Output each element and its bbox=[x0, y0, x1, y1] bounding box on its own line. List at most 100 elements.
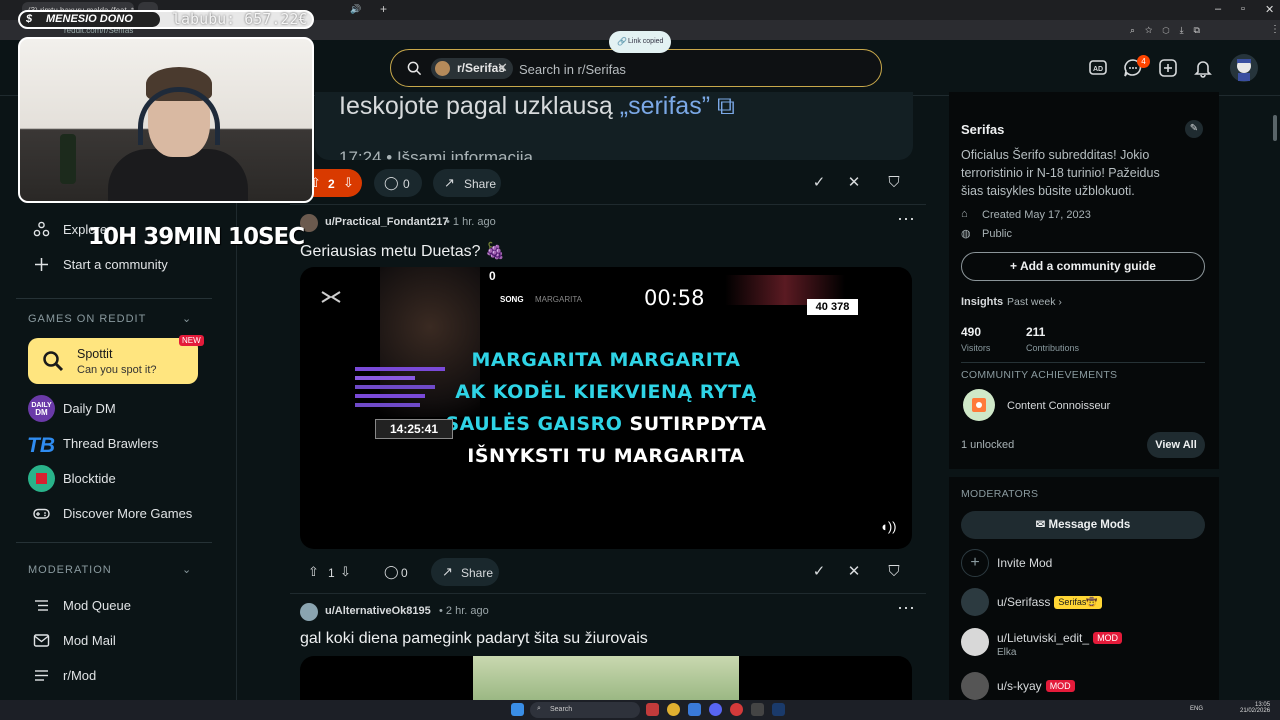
search-icon bbox=[407, 61, 422, 76]
app-icon[interactable] bbox=[751, 703, 764, 716]
search-bar[interactable]: r/Serifas ✕ bbox=[390, 49, 882, 87]
taskbar-search[interactable]: ⌕ Search bbox=[530, 702, 640, 718]
nav-discover-games[interactable]: Discover More Games bbox=[28, 498, 228, 528]
message-mods-button[interactable]: ✉ Message Mods bbox=[961, 511, 1205, 539]
view-all-button[interactable]: View All bbox=[1147, 432, 1205, 458]
advertise-icon[interactable]: AD bbox=[1088, 58, 1108, 78]
thread-brawlers-icon: TB bbox=[28, 430, 55, 457]
achievement-badge-icon[interactable] bbox=[963, 389, 995, 421]
post-options-icon[interactable]: ⋯ bbox=[897, 209, 916, 230]
steam-icon[interactable] bbox=[772, 703, 785, 716]
windows-start-icon[interactable] bbox=[511, 703, 524, 716]
maximize-button[interactable]: ▫ bbox=[1241, 3, 1245, 15]
nav-start-community[interactable]: Start a community bbox=[28, 249, 228, 279]
page-scrollbar[interactable] bbox=[1273, 115, 1277, 141]
game-blocktide[interactable]: Blocktide bbox=[28, 463, 228, 493]
invite-mod-button[interactable]: + Invite Mod bbox=[961, 549, 1211, 579]
achievements-heading: COMMUNITY ACHIEVEMENTS bbox=[961, 369, 1118, 381]
game-thread-brawlers-label: Thread Brawlers bbox=[63, 436, 159, 451]
post1-title[interactable]: Geriausias metu Duetas? 🍇 bbox=[300, 241, 505, 261]
nav-mod-mail-label: Mod Mail bbox=[63, 633, 116, 648]
add-community-guide-button[interactable]: + Add a community guide bbox=[961, 252, 1205, 281]
comment-icon: ◯ bbox=[384, 175, 399, 190]
game-blocktide-label: Blocktide bbox=[63, 471, 116, 486]
moderator-row[interactable]: u/Lietuviski_edit_ MOD Elka bbox=[961, 628, 1211, 658]
visitors-label: Visitors bbox=[961, 343, 991, 353]
chevron-down-icon[interactable]: ⌄ bbox=[182, 312, 191, 325]
taskbar-clock[interactable]: 13:05 21/02/2026 bbox=[1240, 702, 1270, 714]
discord-icon[interactable] bbox=[709, 703, 722, 716]
spottit-game-card[interactable]: Spottit Can you spot it? NEW bbox=[28, 335, 204, 384]
remove-chip-icon[interactable]: ✕ bbox=[497, 60, 508, 76]
daily-dm-icon: DAILY DM bbox=[28, 395, 55, 422]
community-name: Serifas bbox=[961, 122, 1005, 137]
moderator-row[interactable]: u/Serifass Serifas🤠 bbox=[961, 588, 1211, 618]
plus-icon: + bbox=[961, 549, 989, 577]
minimize-button[interactable]: – bbox=[1215, 3, 1221, 15]
nav-mod-queue[interactable]: Mod Queue bbox=[28, 590, 228, 620]
nav-start-community-label: Start a community bbox=[63, 257, 168, 272]
dono-label: $ MENESIO DONO bbox=[20, 12, 160, 27]
nav-mod-mail[interactable]: Mod Mail bbox=[28, 625, 228, 655]
create-post-icon[interactable] bbox=[1158, 58, 1178, 78]
new-tab-button[interactable]: + bbox=[380, 2, 387, 16]
video-song-label: SONG bbox=[500, 295, 524, 304]
post2-author-avatar[interactable] bbox=[300, 603, 318, 621]
post-options-icon[interactable]: ⋯ bbox=[897, 598, 916, 619]
downvote-icon[interactable]: ⇩ bbox=[340, 564, 351, 580]
insights-period-link[interactable]: Past week › bbox=[1007, 296, 1062, 308]
language-indicator[interactable]: ENG bbox=[1190, 706, 1203, 712]
search-input[interactable] bbox=[519, 59, 859, 79]
moderation-section-heading[interactable]: MODERATION bbox=[28, 564, 112, 576]
volume-icon[interactable]: ◖)) bbox=[880, 519, 898, 534]
app-icon[interactable] bbox=[688, 703, 701, 716]
app-icon[interactable] bbox=[730, 703, 743, 716]
shield-icon[interactable]: ⛉ bbox=[882, 171, 906, 195]
browser-toolbar-icons[interactable]: ⌕☆⬡⤓⧉ bbox=[1130, 25, 1210, 36]
achievements-unlocked: 1 unlocked bbox=[961, 439, 1015, 451]
search-result-time: 17:24 • Išsami informacija bbox=[339, 148, 533, 160]
moderator-row[interactable]: u/s-kyay MOD bbox=[961, 672, 1211, 702]
comments-button[interactable]: ◯ 0 bbox=[374, 558, 422, 586]
user-avatar[interactable] bbox=[1230, 54, 1258, 82]
browser-menu-icon[interactable]: ⋮ bbox=[1270, 24, 1280, 35]
upvote-icon[interactable]: ⇧ bbox=[308, 564, 319, 580]
tab-audio-icon[interactable]: 🔊 bbox=[350, 4, 361, 15]
spottit-title: Spottit bbox=[77, 347, 113, 361]
moderator-flair: Serifas🤠 bbox=[1054, 596, 1102, 609]
comments-button[interactable]: ◯ 0 bbox=[374, 169, 422, 197]
embedded-search-card[interactable]: Ieskojote pagal uzklausą „serifas” ⧉ 17:… bbox=[315, 92, 913, 160]
mod-queue-icon bbox=[35, 600, 48, 611]
video-clock: 14:25:41 bbox=[375, 419, 453, 439]
downvote-icon[interactable]: ⇩ bbox=[343, 175, 354, 191]
remove-icon[interactable]: ✕ bbox=[842, 171, 866, 195]
approve-icon[interactable]: ✓ bbox=[807, 560, 831, 584]
blocktide-icon bbox=[28, 465, 55, 492]
post2-author[interactable]: u/AlternativeOk8195 bbox=[325, 605, 431, 617]
shield-icon[interactable]: ⛉ bbox=[882, 560, 906, 584]
dono-amount: labubu: 657.22€ bbox=[172, 10, 308, 28]
game-daily-dm[interactable]: DAILY DM Daily DM bbox=[28, 393, 228, 423]
notifications-bell-icon[interactable] bbox=[1193, 58, 1213, 78]
avatar-icon bbox=[1237, 59, 1251, 81]
share-button[interactable]: ↗ Share bbox=[433, 169, 501, 197]
post2-title[interactable]: gal koki diena pamegink padaryt šita su … bbox=[300, 630, 648, 648]
chrome-icon[interactable] bbox=[667, 703, 680, 716]
nav-r-mod[interactable]: r/Mod bbox=[28, 660, 228, 690]
post2-media[interactable] bbox=[300, 656, 912, 700]
vote-pill[interactable]: ⇧ 1 ⇩ bbox=[300, 558, 362, 586]
edit-pencil-icon[interactable]: ✎ bbox=[1185, 120, 1203, 138]
remove-icon[interactable]: ✕ bbox=[842, 560, 866, 584]
close-window-button[interactable]: ✕ bbox=[1265, 3, 1274, 16]
approve-icon[interactable]: ✓ bbox=[807, 171, 831, 195]
share-button[interactable]: ↗ Share bbox=[431, 558, 499, 586]
moderators-heading: MODERATORS bbox=[961, 488, 1039, 500]
game-thread-brawlers[interactable]: TB Thread Brawlers bbox=[28, 428, 228, 458]
post-divider bbox=[290, 593, 926, 594]
post-divider bbox=[290, 204, 926, 205]
post1-author[interactable]: u/Practical_Fondant217 bbox=[325, 216, 449, 228]
games-section-heading[interactable]: GAMES ON REDDIT bbox=[28, 313, 146, 325]
post1-age: • 1 hr. ago bbox=[446, 216, 496, 228]
chevron-down-icon[interactable]: ⌄ bbox=[182, 563, 191, 576]
app-icon[interactable] bbox=[646, 703, 659, 716]
